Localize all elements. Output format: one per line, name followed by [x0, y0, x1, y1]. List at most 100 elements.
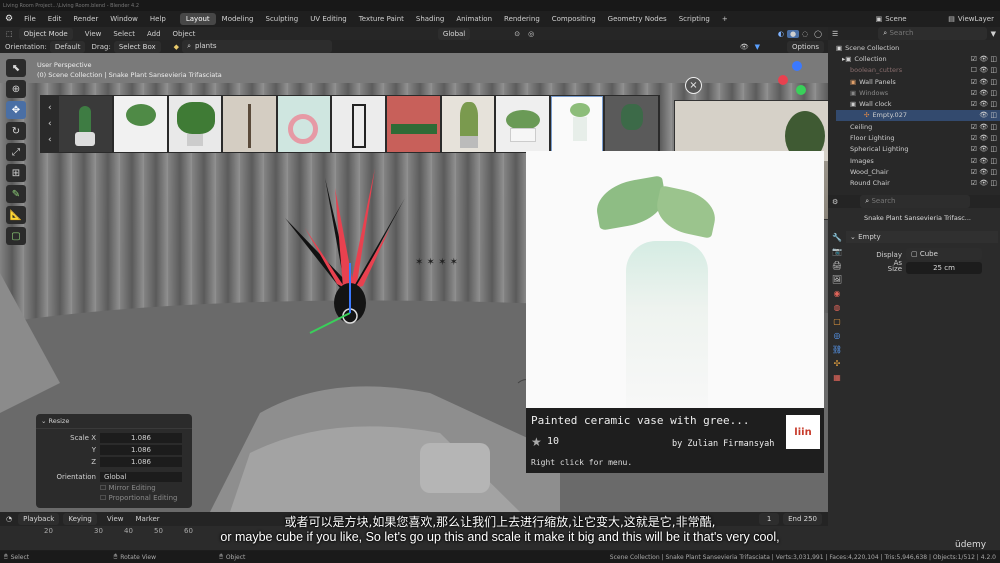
size-field[interactable]: 25 cm: [906, 262, 982, 274]
visibility-icon[interactable]: 👁: [737, 43, 752, 51]
world-tab-icon[interactable]: ◍: [834, 303, 841, 312]
outliner-row-wall-clock[interactable]: ▣ Wall clock ☑ 👁 ◫: [836, 98, 1000, 109]
visibility-icon[interactable]: ☑ 👁 ◫: [971, 134, 1000, 142]
scene-tab-icon[interactable]: ◉: [834, 289, 841, 298]
add-cube-tool-icon[interactable]: ▢: [6, 227, 26, 245]
outliner-row-floor-lighting[interactable]: Floor Lighting ☑ 👁 ◫: [836, 132, 1000, 143]
tab-rendering[interactable]: Rendering: [498, 13, 546, 25]
visibility-icon[interactable]: ☑ 👁 ◫: [971, 157, 1000, 165]
proportional-editing-checkbox[interactable]: ☐ Proportional Editing: [100, 494, 182, 502]
mirror-editing-checkbox[interactable]: ☐ Mirror Editing: [100, 484, 182, 492]
orientation-dropdown[interactable]: Global: [100, 472, 182, 482]
visibility-icon[interactable]: ☑ 👁 ◫: [971, 168, 1000, 176]
measure-tool-icon[interactable]: 📐: [6, 206, 26, 224]
blender-logo-icon[interactable]: ⚙: [0, 14, 18, 24]
header-select[interactable]: Select: [107, 30, 141, 38]
scene-selector[interactable]: Scene: [885, 15, 945, 23]
shading-solid-icon[interactable]: ●: [786, 29, 800, 38]
tab-uv-editing[interactable]: UV Editing: [304, 13, 353, 25]
tab-layout[interactable]: Layout: [179, 13, 216, 25]
menu-edit[interactable]: Edit: [42, 15, 68, 23]
header-view[interactable]: View: [79, 30, 108, 38]
transform-tool-icon[interactable]: ⊞: [6, 164, 26, 182]
visibility-icon[interactable]: ☑ 👁 ◫: [971, 179, 1000, 187]
header-add[interactable]: Add: [141, 30, 167, 38]
asset-thumb-monstera[interactable]: [114, 96, 167, 152]
asset-thumb-succulent[interactable]: [496, 96, 549, 152]
empty-section-header[interactable]: ⌄ Empty: [846, 231, 998, 243]
texture-tab-icon[interactable]: ▦: [833, 373, 841, 382]
visibility-icon[interactable]: ☑ 👁 ◫: [971, 100, 1000, 108]
outliner-row-images[interactable]: Images ☑ 👁 ◫: [836, 155, 1000, 166]
view-layer-selector[interactable]: ViewLayer: [958, 15, 1000, 23]
mode-dropdown[interactable]: Object Mode: [18, 27, 73, 40]
add-workspace-icon[interactable]: +: [716, 13, 734, 25]
select-tool-icon[interactable]: ⬉: [6, 59, 26, 77]
rotate-tool-icon[interactable]: ↻: [6, 122, 26, 140]
asset-thumb-fern[interactable]: [605, 96, 659, 152]
axis-y-icon[interactable]: [796, 85, 806, 95]
asset-thumb-pothos[interactable]: [168, 96, 222, 152]
transform-orientation-dropdown[interactable]: Global: [437, 27, 471, 40]
tab-geometry-nodes[interactable]: Geometry Nodes: [602, 13, 673, 25]
axis-x-icon[interactable]: [778, 75, 788, 85]
orientation-dropdown[interactable]: Default: [49, 40, 86, 53]
header-object[interactable]: Object: [167, 30, 202, 38]
shading-render-icon[interactable]: ◯: [811, 30, 828, 38]
asset-thumb-painted-vase[interactable]: [550, 96, 604, 152]
visibility-icon[interactable]: ☑ 👁 ◫: [971, 55, 1000, 63]
proportional-icon[interactable]: ◎: [524, 30, 538, 38]
constraints-tab-icon[interactable]: ⛓: [832, 345, 842, 354]
visibility-icon[interactable]: ☑ 👁 ◫: [971, 145, 1000, 153]
outliner-row-windows[interactable]: ▣ Windows ☑ 👁 ◫: [836, 87, 1000, 98]
asset-thumb-cactus[interactable]: [59, 96, 113, 152]
asset-thumb-box[interactable]: [387, 96, 440, 152]
output-tab-icon[interactable]: 🖨: [832, 261, 842, 270]
shading-material-icon[interactable]: ◌: [799, 30, 811, 38]
viewport-3d[interactable]: ✶ ✶ ✶ ✶ User Perspective (0) Scene Colle…: [0, 53, 828, 512]
close-preview-icon[interactable]: ×: [685, 77, 702, 94]
tab-animation[interactable]: Animation: [450, 13, 498, 25]
menu-help[interactable]: Help: [144, 15, 172, 23]
outliner-search[interactable]: ⌕ Search: [878, 27, 987, 40]
scale-z-field[interactable]: 1.086: [100, 457, 182, 467]
tool-tab-icon[interactable]: 🔧: [832, 233, 842, 242]
cursor-tool-icon[interactable]: ⊕: [6, 80, 26, 98]
drag-dropdown[interactable]: Select Box: [113, 40, 161, 53]
chevron-left-icon[interactable]: ‹: [48, 103, 52, 113]
tab-compositing[interactable]: Compositing: [546, 13, 602, 25]
chevron-left-icon[interactable]: ‹: [48, 119, 52, 129]
scale-x-field[interactable]: 1.086: [100, 433, 182, 443]
tab-modeling[interactable]: Modeling: [216, 13, 260, 25]
asset-thumb-snake[interactable]: [441, 96, 495, 152]
asset-thumb-stand[interactable]: [223, 96, 276, 152]
move-tool-icon[interactable]: ✥: [6, 101, 26, 119]
visibility-icon[interactable]: 👁 ◫: [979, 111, 1000, 119]
annotate-tool-icon[interactable]: ✎: [6, 185, 26, 203]
snap-icon[interactable]: ⊙: [510, 30, 524, 38]
data-tab-icon[interactable]: ✣: [834, 359, 841, 368]
physics-tab-icon[interactable]: ◎: [834, 331, 841, 340]
outliner-row-spherical-lighting[interactable]: Spherical Lighting ☑ 👁 ◫: [836, 144, 1000, 155]
outliner-row-wood-chair[interactable]: Wood_Chair ☑ 👁 ◫: [836, 166, 1000, 177]
chevron-left-icon[interactable]: ‹: [48, 135, 52, 145]
outliner-row-empty[interactable]: ✣ Empty.027 👁 ◫: [836, 109, 1000, 122]
menu-render[interactable]: Render: [67, 15, 104, 23]
asset-library-icon[interactable]: ◆: [171, 43, 182, 51]
visibility-icon[interactable]: ☑ 👁 ◫: [971, 78, 1000, 86]
visibility-icon[interactable]: ☐ 👁 ◫: [971, 66, 1000, 74]
outliner-row-ceiling[interactable]: Ceiling ☑ 👁 ◫: [836, 121, 1000, 132]
tab-scripting[interactable]: Scripting: [673, 13, 716, 25]
view-layer-tab-icon[interactable]: 🖼: [832, 275, 842, 284]
object-tab-icon[interactable]: ▢: [833, 317, 841, 326]
tab-sculpting[interactable]: Sculpting: [260, 13, 305, 25]
filter-icon[interactable]: ▼: [752, 43, 763, 51]
properties-search[interactable]: ⌕ Search: [860, 195, 971, 208]
outliner-row-collection[interactable]: ▸▣ Collection ☑ 👁 ◫: [836, 53, 1000, 64]
tab-shading[interactable]: Shading: [410, 13, 450, 25]
scale-tool-icon[interactable]: ⤢: [6, 143, 26, 161]
render-tab-icon[interactable]: 📷: [832, 247, 842, 256]
outliner-row-wall-panels[interactable]: ▣ Wall Panels ☑ 👁 ◫: [836, 76, 1000, 87]
outliner-editor-icon[interactable]: ☰: [828, 30, 842, 38]
asset-search-field[interactable]: ⌕ plants: [182, 40, 333, 53]
